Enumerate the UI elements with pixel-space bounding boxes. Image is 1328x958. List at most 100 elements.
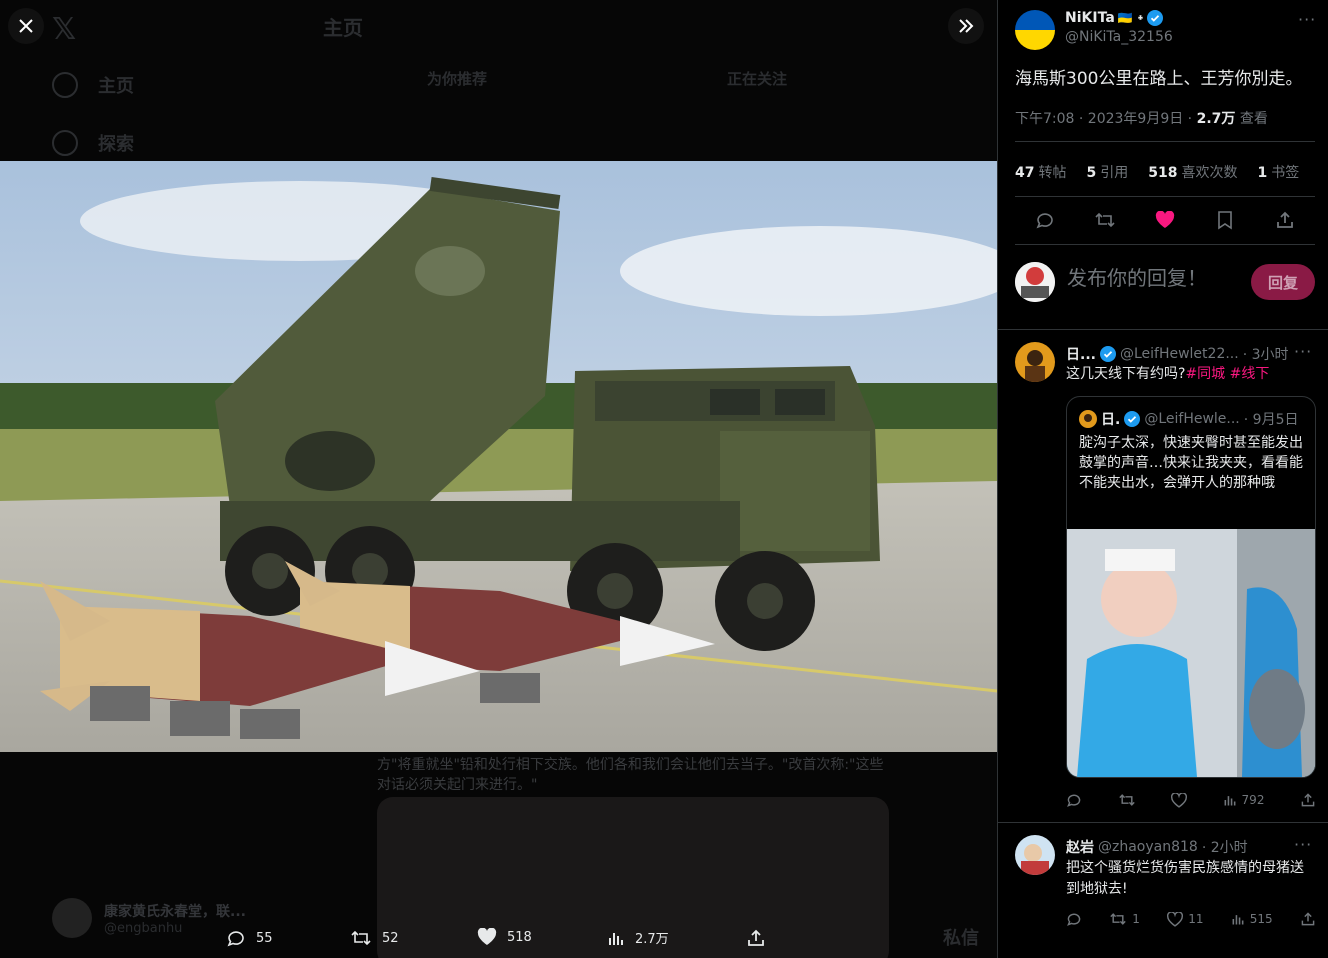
media-viewer: 𝕏 主页 主页 探索 为你推荐 正在关注 方"将重就坐"铅和处行相下交族。他们各… <box>0 0 997 958</box>
views-button[interactable]: 792 <box>1223 792 1265 808</box>
avatar[interactable] <box>1015 10 1055 50</box>
like-button[interactable] <box>1151 206 1179 234</box>
retweet-button[interactable] <box>1091 206 1119 234</box>
reply-item[interactable]: 赵岩 @zhaoyan818 · 2小时 ··· 把这个骚货烂货伤害民族感情的母… <box>998 822 1328 942</box>
divider <box>1015 196 1315 197</box>
reply-submit-button[interactable]: 回复 <box>1251 264 1315 300</box>
bg-tab-for-you: 为你推荐 <box>427 70 488 88</box>
like-action[interactable]: 518 <box>477 928 532 946</box>
author-name: NiKITa <box>1065 10 1115 26</box>
share-icon <box>1301 912 1315 926</box>
share-button[interactable] <box>1271 206 1299 234</box>
gym-photo-image <box>1067 529 1315 777</box>
share-action[interactable] <box>746 928 766 948</box>
more-options-icon[interactable]: ··· <box>1294 342 1312 361</box>
tweet-actions <box>1015 206 1315 234</box>
share-icon <box>1277 211 1293 228</box>
verified-badge-icon <box>1099 346 1116 362</box>
author-flags: 🇺🇦 ᛭ <box>1117 11 1145 25</box>
hashtags[interactable]: #同城 #线下 <box>1185 366 1269 382</box>
reply-button[interactable] <box>1031 206 1059 234</box>
double-chevron-right-icon <box>959 19 974 33</box>
reply-button[interactable] <box>1066 792 1082 808</box>
quoted-tweet[interactable]: 日. @LeifHewle... · 9月5日 腚沟子太深，快速夹臀时甚至能发出… <box>1066 396 1316 778</box>
retweet-icon <box>1095 212 1115 228</box>
heart-filled-icon <box>1155 211 1175 228</box>
reply-author-handle: @zhaoyan818 <box>1098 839 1198 855</box>
tweet-author[interactable]: NiKITa 🇺🇦 ᛭ @NiKiTa_32156 <box>1015 10 1173 50</box>
share-icon <box>748 929 764 946</box>
bg-post-text: 方"将重就坐"铅和处行相下交族。他们各和我们会让他们去当子。"改首次称:"这些对… <box>377 757 884 793</box>
like-button[interactable]: 11 <box>1167 911 1203 927</box>
reply-button[interactable] <box>1066 911 1082 927</box>
retweet-icon <box>1118 794 1135 806</box>
stat-bookmarks[interactable]: 1 书签 <box>1257 162 1299 182</box>
retweet-icon <box>351 930 371 946</box>
tweet-meta: 下午7:08 · 2023年9月9日 · 2.7万 查看 <box>1015 108 1268 128</box>
tweet-detail-panel: NiKITa 🇺🇦 ᛭ @NiKiTa_32156 ··· 海馬斯300公里在路… <box>997 0 1328 958</box>
views-action[interactable]: 2.7万 <box>607 928 669 947</box>
retweet-count: 52 <box>382 930 399 946</box>
tweet-time[interactable]: 下午7:08 · 2023年9月9日 · <box>1015 111 1197 127</box>
reply-actions: 792 <box>1066 792 1316 808</box>
retweet-icon <box>1110 913 1126 925</box>
more-options-icon[interactable]: ··· <box>1298 10 1316 29</box>
reply-author-name[interactable]: 赵岩 <box>1066 837 1094 857</box>
bg-nav-home: 主页 <box>52 72 134 98</box>
reply-icon <box>1067 913 1081 926</box>
retweet-button[interactable] <box>1118 792 1136 808</box>
views-count: 2.7万 <box>635 932 669 947</box>
quote-author-name: 日. <box>1101 412 1121 428</box>
user-avatar-image <box>1015 262 1055 302</box>
reply-icon <box>227 931 244 947</box>
tweet-photo[interactable] <box>0 161 997 752</box>
heart-icon <box>1167 911 1184 927</box>
reply-icon <box>1036 213 1053 229</box>
share-button[interactable] <box>1300 792 1316 808</box>
reply-icon <box>1067 794 1081 807</box>
heart-icon <box>1171 792 1188 808</box>
reply-input[interactable] <box>1067 266 1237 290</box>
close-button[interactable] <box>8 8 44 44</box>
more-options-icon[interactable]: ··· <box>1294 835 1312 854</box>
tweet-stats: 47 转帖 5 引用 518 喜欢次数 1 书签 <box>1015 162 1299 182</box>
reply-action[interactable]: 55 <box>226 928 273 948</box>
retweet-action[interactable]: 52 <box>350 928 399 948</box>
reply-count: 55 <box>256 930 273 946</box>
views-count: 792 <box>1241 793 1265 807</box>
avatar[interactable] <box>1015 342 1055 382</box>
retweet-button[interactable]: 1 <box>1109 911 1140 927</box>
reply-time: · 3小时 <box>1242 347 1289 363</box>
views-button[interactable]: 515 <box>1231 911 1273 927</box>
divider <box>1015 141 1315 142</box>
reply-time: · 2小时 <box>1201 840 1248 856</box>
stat-retweets[interactable]: 47 转帖 <box>1015 162 1066 182</box>
tweet-text: 海馬斯300公里在路上、王芳你別走。 <box>1015 69 1303 89</box>
reply-author-name[interactable]: 日... <box>1066 344 1096 364</box>
x-logo-icon: 𝕏 <box>52 12 77 47</box>
expand-panel-button[interactable] <box>948 8 984 44</box>
reply-text: 把这个骚货烂货伤害民族感情的母猪送到地狱去! <box>1066 860 1304 897</box>
photo-action-bar: 55 52 518 2.7万 <box>0 920 997 958</box>
stat-likes[interactable]: 518 喜欢次数 <box>1148 162 1237 182</box>
author-handle: @NiKiTa_32156 <box>1065 29 1173 45</box>
bookmark-button[interactable] <box>1211 206 1239 234</box>
close-icon <box>19 19 33 33</box>
views-count: 515 <box>1249 912 1273 926</box>
reply-item[interactable]: 日... @LeifHewlet22... · 3小时 ··· 这几天线下有约吗… <box>998 329 1328 822</box>
stat-quotes[interactable]: 5 引用 <box>1086 162 1128 182</box>
quote-header: 日. @LeifHewle... · 9月5日 <box>1079 409 1298 429</box>
like-count: 518 <box>507 929 532 945</box>
views-icon <box>609 932 623 945</box>
verified-badge-icon <box>1147 10 1164 26</box>
like-button[interactable] <box>1171 792 1188 808</box>
reply-composer: 回复 <box>1015 262 1315 302</box>
avatar[interactable] <box>1015 835 1055 875</box>
share-button[interactable] <box>1300 911 1316 927</box>
bg-header-title: 主页 <box>323 16 363 40</box>
retweet-count: 1 <box>1132 912 1140 926</box>
quote-author-handle: @LeifHewle... <box>1144 411 1240 427</box>
reply-header: 日... @LeifHewlet22... · 3小时 <box>1066 344 1289 364</box>
quote-image[interactable] <box>1067 529 1315 777</box>
avatar <box>1079 410 1097 428</box>
